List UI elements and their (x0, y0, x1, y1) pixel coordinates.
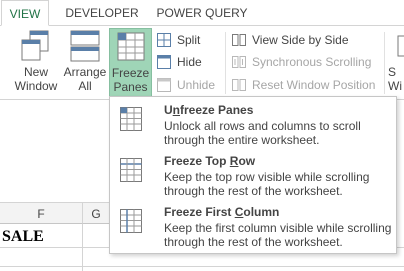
freeze-panes-button[interactable]: Freeze Panes ▾ (109, 28, 152, 107)
reset-window-position-label: Reset Window Position (252, 78, 376, 92)
freeze-top-row-title-pre: Freeze Top (164, 154, 230, 168)
switch-windows-button[interactable]: S Wi (388, 28, 404, 98)
unfreeze-title-pre: U (164, 103, 173, 117)
menu-item-unfreeze-panes[interactable]: Unfreeze Panes Unlock all rows and colum… (111, 99, 395, 149)
switch-windows-label-2: Wi (388, 79, 402, 93)
arrange-all-label-2: All (78, 79, 92, 93)
freeze-first-column-title: Freeze First Column (164, 205, 279, 219)
unhide-label: Unhide (177, 78, 216, 92)
freeze-panes-menu: Unfreeze Panes Unlock all rows and colum… (109, 96, 397, 254)
new-window-icon (21, 30, 49, 61)
hide-button[interactable]: Hide (157, 52, 227, 72)
unfreeze-panes-description: Unlock all rows and columns to scroll th… (164, 119, 361, 147)
menu-item-freeze-top-row[interactable]: Freeze Top Row Keep the top row visible … (111, 150, 395, 200)
menu-item-freeze-first-column[interactable]: Freeze First Column Keep the first colum… (111, 201, 395, 251)
synchronous-scrolling-label: Synchronous Scrolling (252, 55, 372, 69)
view-side-by-side-button[interactable]: View Side by Side (232, 30, 382, 50)
tab-view[interactable]: VIEW (1, 0, 49, 26)
view-side-by-side-label: View Side by Side (252, 33, 349, 47)
unfreeze-panes-icon (120, 107, 142, 131)
freeze-panes-icon (117, 32, 144, 61)
side-by-side-icon (232, 34, 246, 46)
freeze-top-row-title-post: ow (238, 154, 256, 168)
column-header-f[interactable]: F (0, 202, 83, 224)
split-icon (157, 33, 171, 47)
hide-icon (157, 55, 171, 69)
new-window-label-2: Window (14, 79, 58, 93)
freeze-first-column-description: Keep the first column visible while scro… (164, 221, 392, 249)
cell-sale[interactable]: SALE (2, 228, 44, 246)
freeze-top-row-description: Keep the top row visible while scrolling… (164, 170, 370, 198)
split-label: Split (177, 33, 201, 47)
arrange-all-icon (70, 30, 100, 62)
arrange-all-label-1: Arrange (63, 65, 107, 79)
synchronous-scrolling-icon (232, 56, 246, 68)
ribbon-separator-2 (384, 32, 385, 94)
tab-power-query[interactable]: POWER QUERY (150, 0, 254, 26)
unfreeze-title-post: freeze Panes (180, 103, 254, 117)
column-header-g[interactable]: G (83, 202, 110, 224)
reset-window-position-button[interactable]: Reset Window Position (232, 75, 382, 95)
freeze-first-column-icon (120, 209, 142, 233)
new-window-label-1: New (23, 65, 48, 79)
ribbon-tab-bar: VIEW DEVELOPER POWER QUERY (0, 0, 404, 26)
arrange-all-button[interactable]: Arrange All (62, 28, 108, 98)
freeze-panes-label-1: Freeze (111, 66, 150, 80)
freeze-top-row-title: Freeze Top Row (164, 154, 255, 168)
unhide-icon (157, 78, 171, 92)
ribbon-view: New Window Arrange All Freeze Panes ▾ (0, 26, 404, 107)
freeze-first-column-title-pre: Freeze First (164, 205, 235, 219)
split-button[interactable]: Split (157, 30, 227, 50)
unfreeze-title-accel: n (172, 103, 181, 117)
hide-label: Hide (177, 55, 202, 69)
freeze-top-row-icon (120, 158, 142, 182)
synchronous-scrolling-button[interactable]: Synchronous Scrolling (232, 52, 382, 72)
tab-developer[interactable]: DEVELOPER (62, 0, 142, 26)
ribbon-separator (225, 32, 226, 94)
gridline (0, 266, 404, 267)
new-window-button[interactable]: New Window (10, 28, 62, 98)
freeze-first-column-title-post: olumn (243, 205, 280, 219)
switch-windows-label-1: S (388, 65, 397, 79)
unfreeze-panes-title: Unfreeze Panes (164, 103, 253, 117)
freeze-panes-label-2-text: Panes (113, 80, 148, 94)
unhide-button[interactable]: Unhide (157, 75, 227, 95)
switch-windows-icon (397, 35, 404, 57)
reset-window-position-icon (232, 79, 246, 91)
